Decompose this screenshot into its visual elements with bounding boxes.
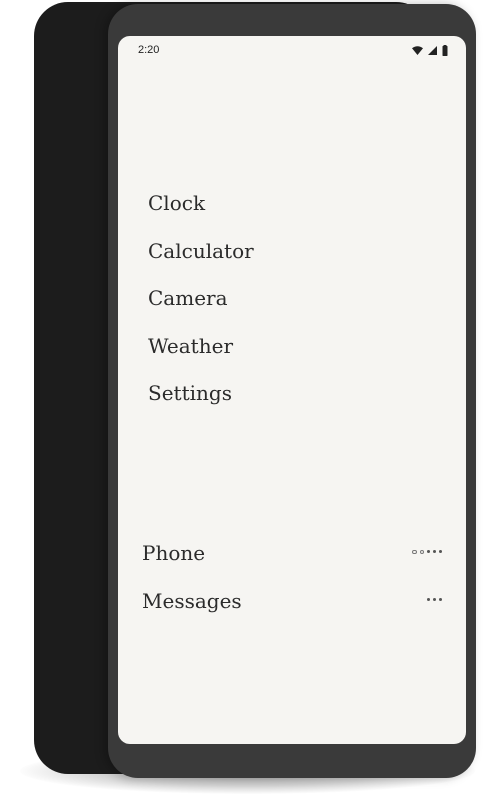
app-item-weather[interactable]: Weather: [148, 334, 254, 382]
dot-hollow: [412, 550, 417, 555]
notification-dots-icon: [412, 550, 442, 555]
wifi-icon: [412, 46, 423, 55]
status-icons: [412, 45, 448, 56]
favorite-label: Messages: [142, 589, 242, 613]
dot-filled: [439, 598, 442, 601]
device-mockup: 2:20 Clock Calculator Camera Weather Set…: [0, 0, 497, 812]
app-list: Clock Calculator Camera Weather Settings: [148, 191, 254, 429]
cell-signal-icon: [428, 46, 437, 55]
favorite-item-phone[interactable]: Phone: [142, 541, 442, 589]
status-bar: 2:20: [118, 36, 466, 64]
app-item-calculator[interactable]: Calculator: [148, 239, 254, 287]
dot-filled: [433, 550, 436, 553]
favorite-label: Phone: [142, 541, 206, 565]
phone-screen: 2:20 Clock Calculator Camera Weather Set…: [118, 36, 466, 744]
notification-dots-icon: [427, 598, 442, 601]
app-item-settings[interactable]: Settings: [148, 381, 254, 429]
favorite-item-messages[interactable]: Messages: [142, 589, 442, 637]
phone-front-device: 2:20 Clock Calculator Camera Weather Set…: [108, 4, 476, 778]
favorites-list: Phone Messages: [142, 541, 442, 637]
dot-filled: [427, 598, 430, 601]
app-item-camera[interactable]: Camera: [148, 286, 254, 334]
dot-filled: [439, 550, 442, 553]
battery-icon: [442, 45, 448, 56]
status-time: 2:20: [138, 44, 160, 56]
dot-filled: [427, 550, 430, 553]
dot-filled: [433, 598, 436, 601]
dot-hollow: [419, 550, 424, 555]
app-item-clock[interactable]: Clock: [148, 191, 254, 239]
